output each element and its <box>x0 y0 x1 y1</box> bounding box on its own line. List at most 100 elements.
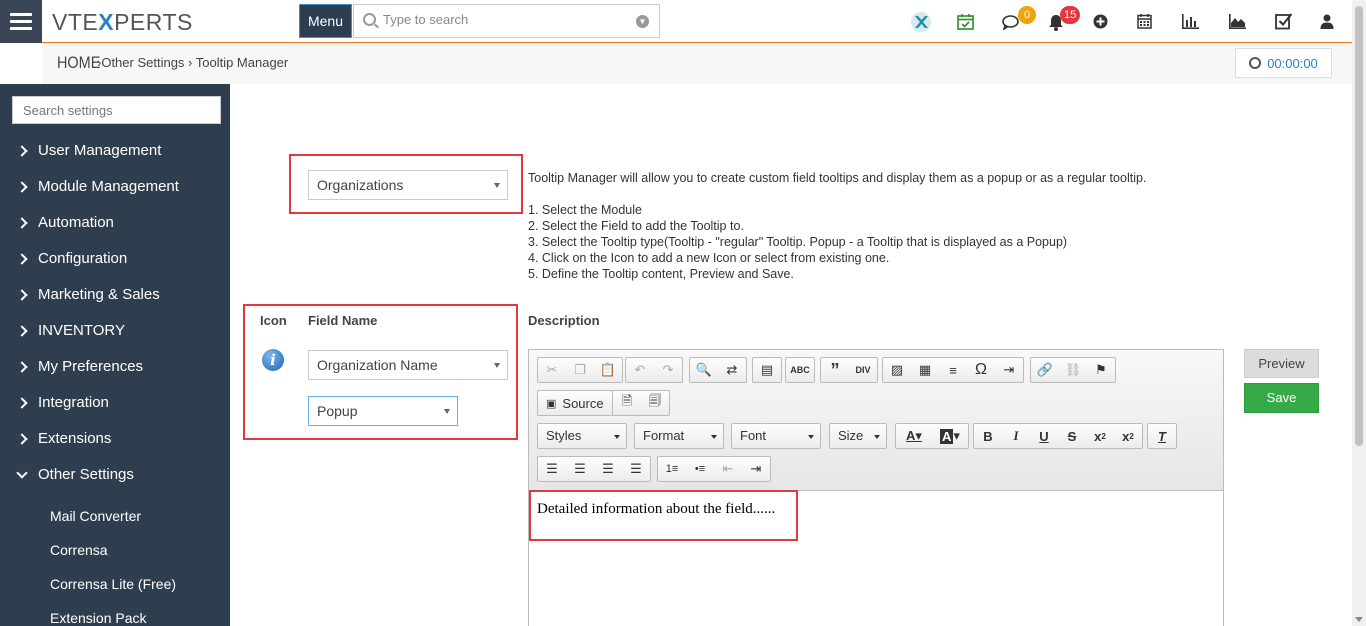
vtexperts-x-icon[interactable] <box>910 12 932 32</box>
align-right-icon[interactable]: ☰ <box>594 457 622 481</box>
sidebar-item-user-management[interactable]: User Management <box>16 142 161 159</box>
timer-button[interactable]: 00:00:00 <box>1235 48 1332 78</box>
text-color-icon[interactable]: A▾ <box>896 424 932 448</box>
numbered-list-icon[interactable]: 1≡ <box>658 457 686 481</box>
breadcrumb-home[interactable]: HOME <box>57 53 100 73</box>
sidebar-item-configuration[interactable]: Configuration <box>16 250 127 267</box>
bold-icon[interactable]: B <box>974 424 1002 448</box>
remove-format-icon[interactable]: T <box>1148 424 1176 448</box>
menu-button[interactable]: Menu <box>299 4 352 38</box>
outdent-icon[interactable]: ⇤ <box>714 457 742 481</box>
preview-doc-icon[interactable]: 🗐 <box>641 391 669 415</box>
info-icon[interactable]: i <box>262 349 284 371</box>
blockquote-icon[interactable]: ” <box>821 358 849 382</box>
content-highlight-box <box>529 490 798 541</box>
sidebar-subitem-corrensa-lite[interactable]: Corrensa Lite (Free) <box>50 576 176 592</box>
align-center-icon[interactable]: ☰ <box>566 457 594 481</box>
italic-icon[interactable]: I <box>1002 424 1030 448</box>
sidebar-item-integration[interactable]: Integration <box>16 394 109 411</box>
preview-button[interactable]: Preview <box>1244 349 1319 378</box>
find-group: 🔍 ⇄ <box>689 357 747 383</box>
template-group: 🗎 🗐 <box>612 390 670 416</box>
indent-icon[interactable]: ⇥ <box>742 457 770 481</box>
paste-icon[interactable]: 📋 <box>594 358 622 382</box>
area-chart-icon[interactable] <box>1228 14 1246 29</box>
icon-column-label: Icon <box>260 313 287 328</box>
color-group: A▾ A ▾ <box>895 423 969 449</box>
align-left-icon[interactable]: ☰ <box>538 457 566 481</box>
size-combo[interactable]: Size <box>829 423 887 449</box>
bar-chart-icon[interactable] <box>1181 14 1199 29</box>
chevron-down-icon <box>16 466 28 479</box>
sidebar-item-inventory[interactable]: INVENTORY <box>16 322 125 339</box>
page-break-icon[interactable]: ⇥ <box>995 358 1023 382</box>
undo-icon[interactable]: ↶ <box>626 358 654 382</box>
settings-search-input[interactable] <box>13 97 220 123</box>
horizontal-line-icon[interactable]: ≡ <box>939 358 967 382</box>
select-all-icon[interactable]: ▤ <box>753 358 781 382</box>
sidebar-subitem-corrensa[interactable]: Corrensa <box>50 542 108 558</box>
user-icon[interactable] <box>1320 14 1334 29</box>
font-combo[interactable]: Font <box>731 423 821 449</box>
div-container-icon[interactable]: DIV <box>849 358 877 382</box>
sidebar-item-automation[interactable]: Automation <box>16 214 114 231</box>
sidebar-subitem-extension-pack[interactable]: Extension Pack <box>50 610 147 626</box>
select-all-group: ▤ <box>752 357 782 383</box>
module-select[interactable]: Organizations <box>308 170 508 200</box>
subscript-icon[interactable]: x2 <box>1086 424 1114 448</box>
scroll-down-arrow-icon[interactable] <box>1355 617 1363 622</box>
find-icon[interactable]: 🔍 <box>690 358 718 382</box>
field-name-select[interactable]: Organization Name <box>308 350 508 380</box>
format-combo[interactable]: Format <box>634 423 724 449</box>
add-circle-icon[interactable] <box>1093 14 1108 29</box>
hamburger-menu-icon[interactable] <box>0 0 42 43</box>
clock-icon <box>1249 57 1262 69</box>
sidebar-item-marketing-sales[interactable]: Marketing & Sales <box>16 286 160 303</box>
styles-combo[interactable]: Styles <box>537 423 627 449</box>
remove-format-group: T <box>1147 423 1177 449</box>
scrollbar-thumb[interactable] <box>1355 6 1363 446</box>
bulleted-list-icon[interactable]: •≡ <box>686 457 714 481</box>
settings-search[interactable] <box>12 96 221 124</box>
global-search-input[interactable] <box>383 12 623 27</box>
tooltip-type-select[interactable]: Popup <box>308 396 458 426</box>
task-check-icon[interactable] <box>1275 12 1293 30</box>
cut-icon[interactable]: ✂ <box>538 358 566 382</box>
align-justify-icon[interactable]: ☰ <box>622 457 650 481</box>
templates-icon[interactable]: 🗎 <box>613 391 641 415</box>
chevron-right-icon <box>16 216 28 229</box>
calendar-icon[interactable] <box>1137 13 1152 29</box>
unlink-icon[interactable]: ⛓ <box>1059 358 1087 382</box>
strikethrough-icon[interactable]: S <box>1058 424 1086 448</box>
save-button[interactable]: Save <box>1244 383 1319 413</box>
global-search[interactable]: ▼ <box>353 4 660 38</box>
chevron-right-icon <box>16 180 28 193</box>
copy-icon[interactable]: ❐ <box>566 358 594 382</box>
table-icon[interactable]: ▦ <box>911 358 939 382</box>
chevron-right-icon <box>16 252 28 265</box>
special-char-icon[interactable]: Ω <box>967 358 995 382</box>
sidebar-item-my-preferences[interactable]: My Preferences <box>16 358 143 375</box>
spellcheck-icon[interactable]: ABC <box>786 358 814 382</box>
source-button[interactable]: ▣ Source <box>537 390 613 416</box>
sidebar-subitem-mail-converter[interactable]: Mail Converter <box>50 508 141 524</box>
align-group: ☰ ☰ ☰ ☰ <box>537 456 651 482</box>
sidebar-item-extensions[interactable]: Extensions <box>16 430 111 447</box>
page-scrollbar[interactable] <box>1352 0 1366 626</box>
list-indent-group: 1≡ •≡ ⇤ ⇥ <box>657 456 771 482</box>
calendar-check-icon[interactable] <box>957 13 974 30</box>
underline-icon[interactable]: U <box>1030 424 1058 448</box>
background-color-icon[interactable]: A ▾ <box>932 424 968 448</box>
superscript-icon[interactable]: x2 <box>1114 424 1142 448</box>
anchor-flag-icon[interactable]: ⚑ <box>1087 358 1115 382</box>
search-dropdown-icon[interactable]: ▼ <box>636 15 649 28</box>
chat-icon[interactable] <box>1002 15 1019 30</box>
sidebar-item-module-management[interactable]: Module Management <box>16 178 179 195</box>
redo-icon[interactable]: ↷ <box>654 358 682 382</box>
link-icon[interactable]: 🔗 <box>1031 358 1059 382</box>
replace-icon[interactable]: ⇄ <box>718 358 746 382</box>
breadcrumb-trail[interactable]: ›Other Settings › Tooltip Manager <box>97 55 288 70</box>
sidebar-item-other-settings[interactable]: Other Settings <box>16 466 134 483</box>
settings-sidebar: User Management Module Management Automa… <box>0 84 230 626</box>
image-icon[interactable]: ▨ <box>883 358 911 382</box>
